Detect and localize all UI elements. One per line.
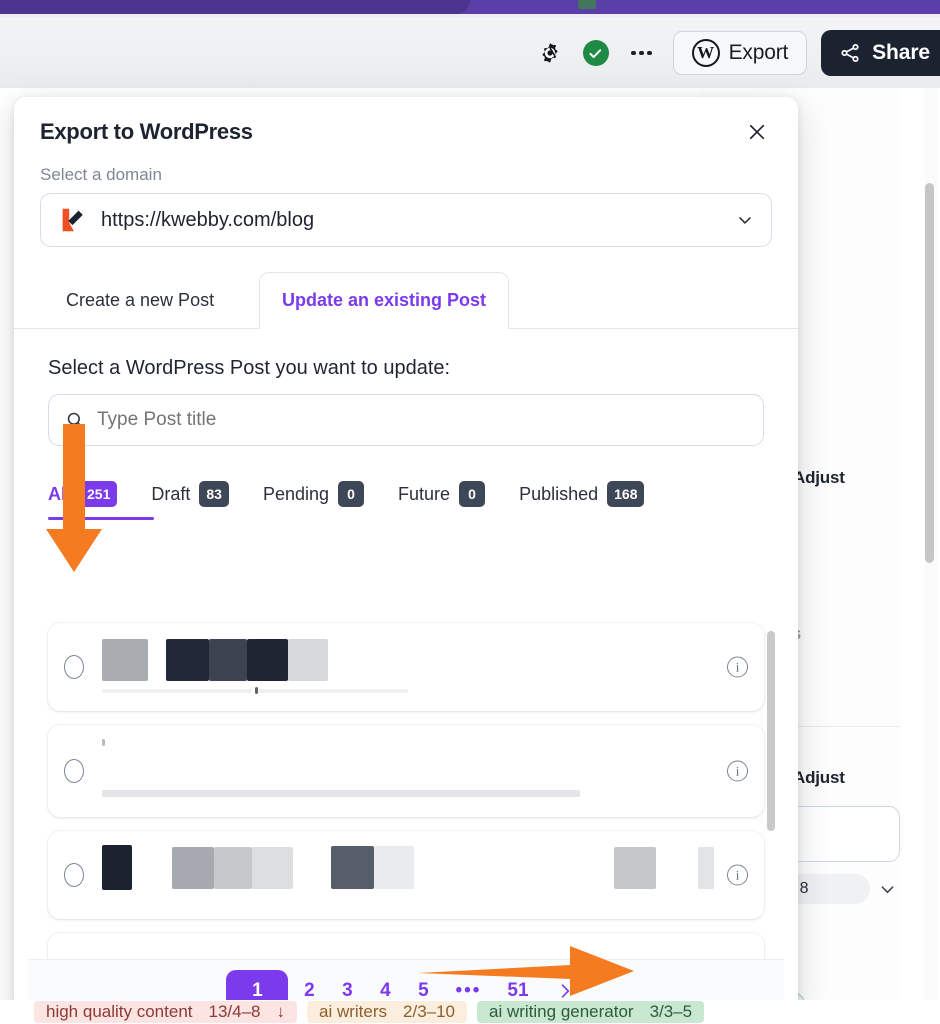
export-to-wordpress-modal: Export to WordPress Select a domain http… bbox=[14, 97, 798, 1010]
post-search-box[interactable] bbox=[48, 394, 764, 446]
keyword-term: ai writers bbox=[319, 1002, 388, 1021]
filter-published[interactable]: Published 168 bbox=[519, 481, 645, 507]
filter-all[interactable]: All 251 bbox=[48, 481, 118, 507]
domain-select[interactable]: https://kwebby.com/blog bbox=[40, 193, 772, 247]
filter-pending-count: 0 bbox=[338, 481, 365, 507]
post-select-radio[interactable] bbox=[64, 863, 84, 887]
share-button-label: Share bbox=[872, 41, 930, 64]
page-scrollbar-thumb[interactable] bbox=[925, 183, 934, 563]
filter-future[interactable]: Future 0 bbox=[398, 481, 486, 507]
post-list-item[interactable]: i bbox=[48, 623, 764, 711]
post-list-scrollbar-thumb[interactable] bbox=[767, 631, 775, 831]
background-adjust-label-2: Adjust bbox=[793, 768, 845, 787]
more-horizontal-icon bbox=[631, 50, 652, 56]
status-ok-button[interactable] bbox=[573, 30, 619, 76]
app-screen: W Export Share Adjust AGES bbox=[0, 0, 940, 1024]
close-modal-button[interactable] bbox=[740, 115, 774, 149]
keyword-chip[interactable]: high quality content 13/4–8 ↓ bbox=[34, 1001, 297, 1023]
post-title-redacted bbox=[102, 845, 714, 890]
post-list: i i i bbox=[28, 617, 784, 959]
app-top-bar-chip bbox=[578, 0, 596, 9]
post-title-redacted bbox=[102, 739, 714, 746]
filter-pending-label: Pending bbox=[262, 483, 330, 504]
filter-all-label: All bbox=[48, 483, 72, 504]
check-circle-icon bbox=[582, 40, 609, 66]
close-icon bbox=[749, 124, 765, 140]
post-meta-redacted bbox=[102, 790, 714, 797]
search-icon bbox=[67, 412, 83, 428]
filter-published-count: 168 bbox=[607, 481, 645, 507]
select-post-label: Select a WordPress Post you want to upda… bbox=[48, 357, 451, 379]
more-options-button[interactable] bbox=[619, 30, 665, 76]
filter-all-count: 251 bbox=[80, 481, 118, 507]
chevron-down-icon bbox=[739, 217, 751, 225]
gear-icon bbox=[542, 43, 557, 63]
post-select-radio[interactable] bbox=[64, 655, 84, 679]
post-info-icon[interactable]: i bbox=[727, 656, 748, 678]
app-top-bar-left-region bbox=[0, 0, 470, 14]
modal-title: Export to WordPress bbox=[40, 119, 253, 144]
keyword-metric: 3/3–5 bbox=[649, 1002, 693, 1021]
filter-draft[interactable]: Draft 83 bbox=[151, 481, 229, 507]
post-info-icon[interactable]: i bbox=[727, 760, 748, 782]
chevron-right-icon bbox=[561, 983, 570, 998]
filter-draft-label: Draft bbox=[151, 483, 191, 504]
keyword-chip[interactable]: ai writers 2/3–10 bbox=[307, 1001, 468, 1023]
toolbar-actions: W Export Share bbox=[527, 30, 940, 76]
post-meta-redacted bbox=[102, 687, 714, 694]
post-list-item[interactable]: i bbox=[48, 831, 764, 919]
post-select-radio[interactable] bbox=[64, 759, 84, 783]
export-button-label: Export bbox=[728, 41, 789, 64]
app-top-bar bbox=[0, 0, 940, 14]
modal-tabs: Create a new Post Update an existing Pos… bbox=[14, 271, 798, 329]
tab-create-new-post[interactable]: Create a new Post bbox=[44, 272, 236, 329]
chevron-down-icon[interactable] bbox=[878, 880, 897, 899]
tab-update-existing-post-label: Update an existing Post bbox=[282, 290, 487, 310]
share-button[interactable]: Share bbox=[821, 30, 940, 76]
post-info-icon[interactable]: i bbox=[727, 864, 748, 886]
keyword-chip[interactable]: ai writing generator 3/3–5 bbox=[477, 1001, 705, 1023]
tab-create-new-post-label: Create a new Post bbox=[66, 290, 215, 310]
background-adjust-label-1: Adjust bbox=[793, 468, 845, 487]
post-title-redacted bbox=[102, 639, 714, 681]
post-list-scrollbar-track[interactable] bbox=[767, 623, 780, 953]
kwebby-favicon-icon bbox=[57, 205, 87, 235]
filter-future-count: 0 bbox=[459, 481, 486, 507]
settings-button[interactable] bbox=[527, 30, 573, 76]
tab-update-existing-post[interactable]: Update an existing Post bbox=[259, 272, 510, 329]
domain-value: https://kwebby.com/blog bbox=[101, 208, 315, 231]
post-list-item[interactable] bbox=[48, 933, 764, 959]
export-button[interactable]: W Export bbox=[672, 31, 808, 75]
filter-future-label: Future bbox=[398, 483, 451, 504]
post-list-item[interactable]: i bbox=[48, 725, 764, 817]
wordpress-icon: W bbox=[691, 39, 720, 67]
domain-field-label: Select a domain bbox=[40, 165, 162, 184]
keyword-term: ai writing generator bbox=[489, 1002, 634, 1021]
app-toolbar: W Export Share bbox=[0, 18, 940, 88]
keyword-strip: high quality content 13/4–8 ↓ ai writers… bbox=[0, 1000, 940, 1024]
filter-published-label: Published bbox=[519, 483, 599, 504]
keyword-term: high quality content bbox=[46, 1002, 193, 1021]
filter-draft-count: 83 bbox=[199, 481, 229, 507]
share-nodes-icon bbox=[841, 43, 859, 63]
keyword-metric: 2/3–10 bbox=[403, 1002, 456, 1021]
post-search-input[interactable] bbox=[97, 409, 747, 431]
active-filter-indicator bbox=[48, 517, 154, 520]
keyword-trend: ↓ bbox=[276, 1002, 286, 1021]
post-status-filters: All 251 Draft 83 Pending 0 Future 0 Publ… bbox=[48, 468, 798, 520]
page-scrollbar-track[interactable] bbox=[924, 88, 938, 1024]
keyword-metric: 13/4–8 bbox=[208, 1002, 261, 1021]
filter-pending[interactable]: Pending 0 bbox=[262, 481, 365, 507]
modal-header: Export to WordPress bbox=[14, 97, 798, 145]
